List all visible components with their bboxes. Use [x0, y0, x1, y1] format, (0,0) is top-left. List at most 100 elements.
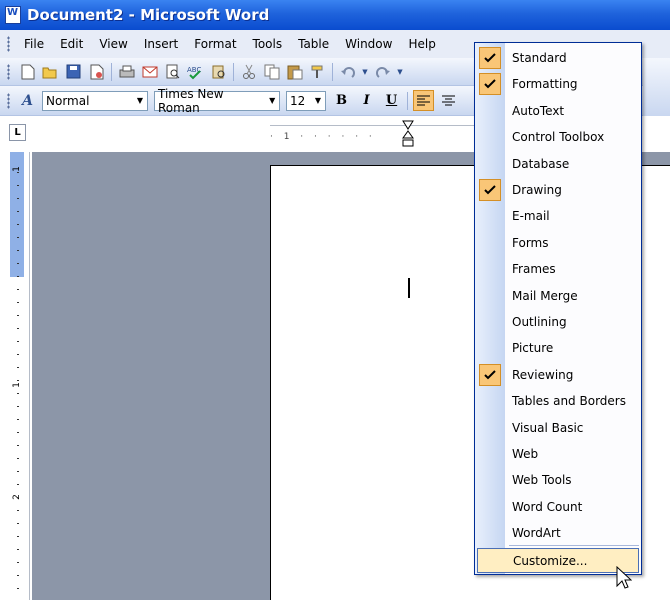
tab-selector-button[interactable]: L [9, 124, 26, 141]
toolbar-menu-item-label: Tables and Borders [512, 394, 626, 409]
toolbar-menu-item-label: Formatting [512, 77, 578, 92]
toolbar-separator [407, 91, 408, 110]
menu-edit[interactable]: Edit [52, 37, 91, 51]
vruler-tick [17, 575, 19, 576]
standard-toolbar-grip[interactable] [7, 63, 10, 80]
email-icon[interactable] [140, 62, 159, 81]
toolbar-separator [233, 62, 234, 81]
vruler-tick [17, 224, 19, 225]
toolbar-menu-item-web[interactable]: Web [475, 441, 641, 467]
undo-icon[interactable] [338, 62, 357, 81]
menu-tools[interactable]: Tools [245, 37, 291, 51]
toolbar-menu-item-label: Mail Merge [512, 288, 578, 303]
research-icon[interactable] [209, 62, 228, 81]
vertical-ruler[interactable]: 1 1 2 [6, 152, 30, 600]
toolbar-menu-item-standard[interactable]: Standard [475, 45, 641, 71]
toolbar-menu-item-mail-merge[interactable]: Mail Merge [475, 283, 641, 309]
vruler-tick [17, 588, 19, 589]
chevron-down-icon[interactable]: ▼ [265, 92, 279, 110]
menu-format[interactable]: Format [186, 37, 244, 51]
customize-label: Customize... [513, 554, 588, 568]
format-painter-icon[interactable] [308, 62, 327, 81]
menubar-grip-handle[interactable] [7, 36, 10, 52]
font-size-select[interactable]: 12 ▼ [286, 90, 326, 111]
font-select-value: Times New Roman [158, 86, 224, 115]
toolbar-separator [111, 62, 112, 81]
horizontal-ruler[interactable]: · 1 · · · · · · [270, 125, 475, 142]
redo-dropdown-icon[interactable]: ▼ [396, 62, 404, 81]
toolbar-menu-item-reviewing[interactable]: Reviewing [475, 362, 641, 388]
toolbar-menu-item-label: Reviewing [512, 367, 574, 382]
toolbar-menu-item-visual-basic[interactable]: Visual Basic [475, 415, 641, 441]
menu-table[interactable]: Table [290, 37, 337, 51]
toolbar-menu-item-frames[interactable]: Frames [475, 256, 641, 282]
align-center-icon [442, 95, 455, 105]
vruler-tick [17, 510, 19, 511]
ruler-ticks: · 1 · · · · · · [270, 132, 376, 142]
print-icon[interactable] [117, 62, 136, 81]
vruler-tick [17, 497, 19, 498]
menu-window[interactable]: Window [337, 37, 400, 51]
paste-icon[interactable] [285, 62, 304, 81]
toolbar-menu-item-word-count[interactable]: Word Count [475, 494, 641, 520]
vruler-tick [17, 432, 19, 433]
toolbar-menu-item-label: Forms [512, 235, 549, 250]
vruler-tick [17, 471, 19, 472]
save-icon[interactable] [64, 62, 83, 81]
word-app-icon[interactable] [5, 6, 21, 24]
vruler-tick [17, 393, 19, 394]
toolbar-menu-item-drawing[interactable]: Drawing [475, 177, 641, 203]
toolbar-menu-item-outlining[interactable]: Outlining [475, 309, 641, 335]
toolbar-menu-item-e-mail[interactable]: E-mail [475, 203, 641, 229]
align-left-button[interactable] [413, 90, 434, 111]
align-center-button[interactable] [438, 90, 459, 111]
toolbar-menu-item-formatting[interactable]: Formatting [475, 71, 641, 97]
cut-icon[interactable] [239, 62, 258, 81]
toolbar-menu-item-tables-and-borders[interactable]: Tables and Borders [475, 388, 641, 414]
toolbar-menu-item-web-tools[interactable]: Web Tools [475, 467, 641, 493]
checkmark-icon [479, 47, 501, 69]
menu-insert[interactable]: Insert [136, 37, 186, 51]
print-preview-icon[interactable] [163, 62, 182, 81]
chevron-down-icon[interactable]: ▼ [133, 92, 147, 110]
formatting-toolbar-grip[interactable] [7, 92, 10, 109]
style-select[interactable]: Normal ▼ [42, 90, 148, 111]
undo-dropdown-icon[interactable]: ▼ [361, 62, 369, 81]
toolbar-menu-item-label: Drawing [512, 183, 562, 197]
font-select[interactable]: Times New Roman ▼ [154, 87, 280, 115]
toolbar-menu-item-autotext[interactable]: AutoText [475, 98, 641, 124]
vruler-tick [17, 523, 19, 524]
toolbar-separator [332, 62, 333, 81]
permission-icon[interactable] [87, 62, 106, 81]
underline-button[interactable]: U [381, 90, 402, 111]
toolbar-menu-item-label: Web Tools [512, 473, 572, 488]
vruler-tick [17, 315, 19, 316]
indent-marker-icon[interactable] [402, 120, 414, 148]
spelling-icon[interactable]: ABC [186, 62, 205, 81]
menu-help[interactable]: Help [400, 37, 443, 51]
toolbar-menu-item-label: Database [512, 156, 570, 171]
menu-view[interactable]: View [91, 37, 135, 51]
redo-icon[interactable] [373, 62, 392, 81]
vruler-tick [17, 263, 19, 264]
toolbar-menu-item-control-toolbox[interactable]: Control Toolbox [475, 124, 641, 150]
italic-button[interactable]: I [356, 90, 377, 111]
toolbar-menu-item-picture[interactable]: Picture [475, 335, 641, 361]
toolbar-menu-item-database[interactable]: Database [475, 151, 641, 177]
mouse-pointer-icon [616, 566, 632, 589]
checkmark-icon [479, 363, 501, 386]
customize-menu-item[interactable]: Customize... [477, 548, 639, 573]
vruler-tick [17, 380, 19, 381]
toolbar-menu-item-forms[interactable]: Forms [475, 230, 641, 256]
copy-icon[interactable] [262, 62, 281, 81]
menu-separator [509, 545, 639, 546]
menu-file[interactable]: File [16, 37, 52, 51]
bold-button[interactable]: B [331, 90, 352, 111]
toolbar-menu-item-label: Visual Basic [512, 420, 584, 435]
styles-and-formatting-icon[interactable]: A [18, 91, 37, 110]
vruler-tick [17, 172, 19, 173]
open-icon[interactable] [41, 62, 60, 81]
new-icon[interactable] [18, 62, 37, 81]
chevron-down-icon[interactable]: ▼ [311, 92, 325, 110]
toolbar-menu-item-wordart[interactable]: WordArt [475, 520, 641, 546]
